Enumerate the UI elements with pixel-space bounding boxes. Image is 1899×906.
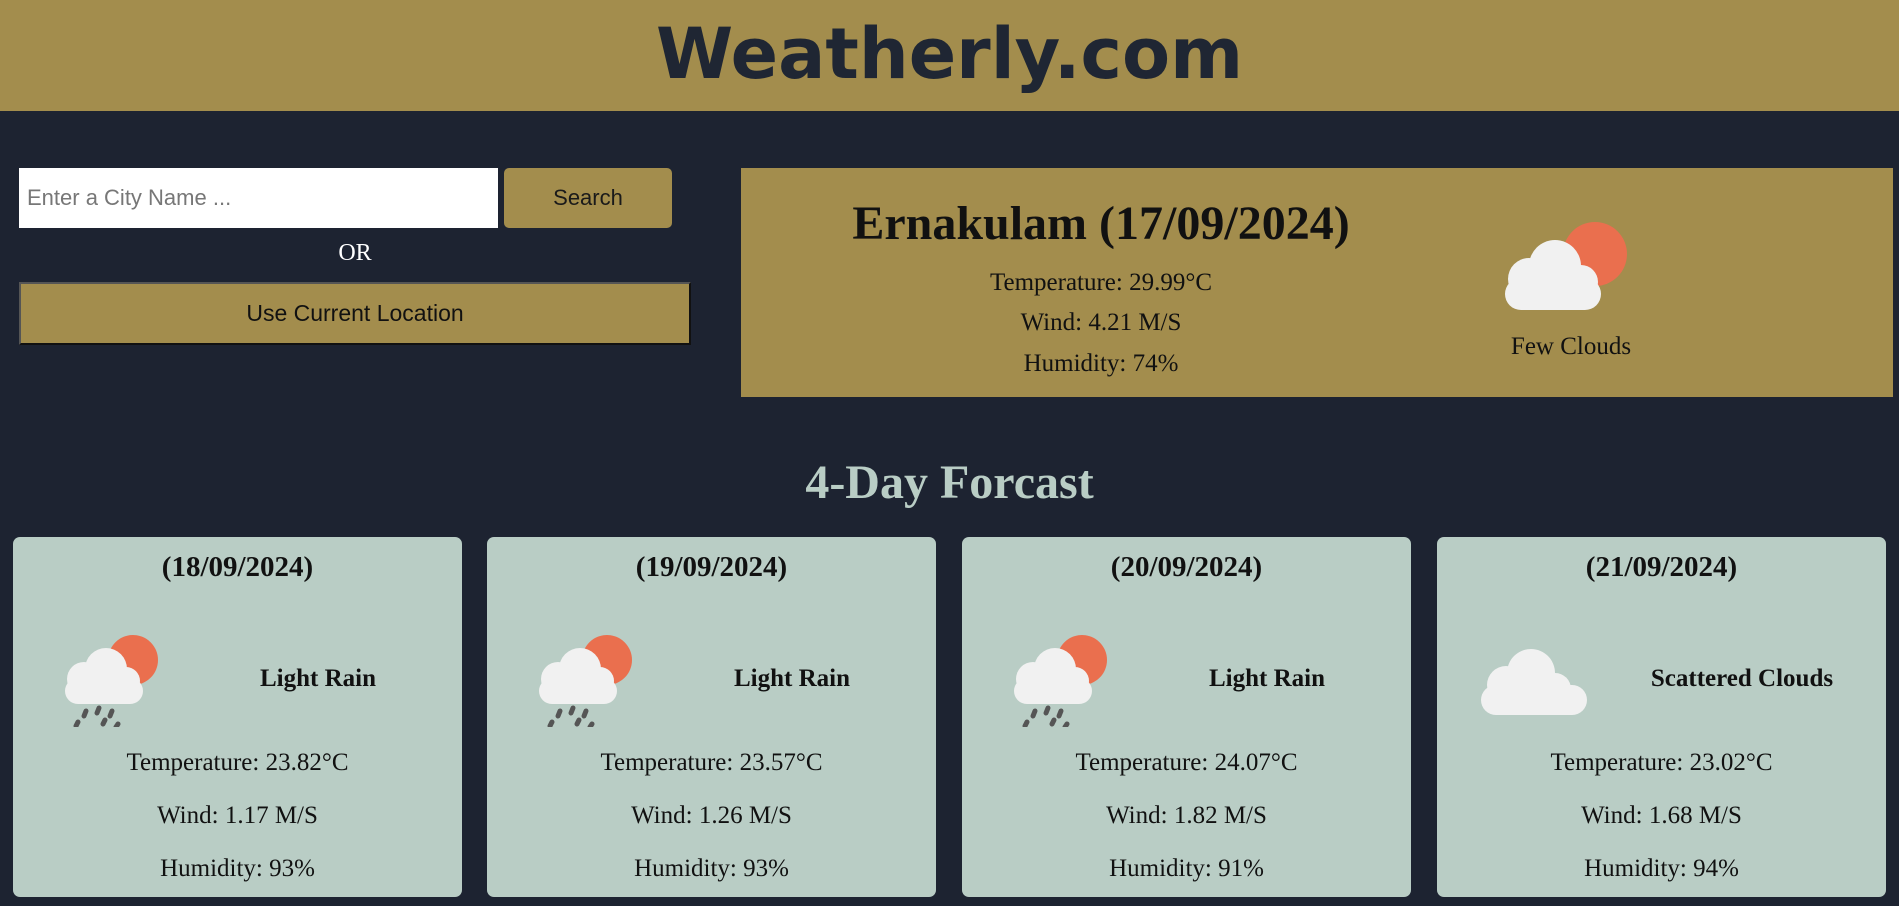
forecast-date: (20/09/2024) (1110, 551, 1263, 583)
forecast-card: (19/09/2024) Light Rain Temperature: 23.… (487, 537, 936, 897)
current-humidity: Humidity: 74% (1023, 350, 1179, 377)
forecast-date: (18/09/2024) (161, 551, 314, 583)
current-wind: Wind: 4.21 M/S (1020, 309, 1182, 336)
forecast-humidity: Humidity: 91% (1109, 855, 1264, 882)
current-weather-details: Ernakulam (17/09/2024) Temperature: 29.9… (741, 168, 1461, 397)
site-title: Weatherly.com (655, 12, 1244, 95)
forecast-humidity: Humidity: 94% (1584, 855, 1739, 882)
search-button[interactable]: Search (504, 168, 672, 228)
light-rain-icon (1000, 627, 1120, 730)
forecast-card: (20/09/2024) Light Rain Temperature: 24.… (962, 537, 1411, 897)
light-rain-icon (51, 627, 171, 730)
few-clouds-icon (1491, 216, 1641, 326)
light-rain-icon (525, 627, 645, 730)
city-search-input[interactable] (19, 168, 498, 228)
forecast-date: (21/09/2024) (1585, 551, 1738, 583)
forecast-date: (19/09/2024) (635, 551, 788, 583)
forecast-humidity: Humidity: 93% (160, 855, 315, 882)
forecast-description: Light Rain (259, 665, 376, 692)
use-current-location-button[interactable]: Use Current Location (19, 282, 691, 345)
forecast-cards: (18/09/2024) Light Rain Temperature: 23.… (13, 537, 1887, 897)
forecast-temperature: Temperature: 24.07°C (1075, 749, 1298, 776)
or-separator: OR (338, 240, 372, 266)
current-temperature: Temperature: 29.99°C (989, 269, 1213, 296)
forecast-heading: 4-Day Forcast (805, 456, 1094, 509)
site-header: Weatherly.com (0, 0, 1899, 111)
forecast-wind: Wind: 1.68 M/S (1581, 802, 1742, 829)
forecast-wind: Wind: 1.17 M/S (157, 802, 318, 829)
forecast-wind: Wind: 1.82 M/S (1106, 802, 1267, 829)
forecast-temperature: Temperature: 23.82°C (126, 749, 349, 776)
forecast-description: Scattered Clouds (1650, 665, 1834, 692)
current-weather-panel: Ernakulam (17/09/2024) Temperature: 29.9… (741, 168, 1893, 397)
scattered-clouds-icon (1471, 627, 1591, 727)
forecast-card: (21/09/2024) Scattered Clouds Temperatur… (1437, 537, 1886, 897)
forecast-temperature: Temperature: 23.02°C (1550, 749, 1773, 776)
forecast-description: Light Rain (1208, 665, 1325, 692)
current-description: Few Clouds (1510, 333, 1632, 360)
current-city-date: Ernakulam (17/09/2024) (852, 197, 1350, 250)
forecast-humidity: Humidity: 93% (634, 855, 789, 882)
forecast-card: (18/09/2024) Light Rain Temperature: 23.… (13, 537, 462, 897)
forecast-description: Light Rain (733, 665, 850, 692)
forecast-temperature: Temperature: 23.57°C (600, 749, 823, 776)
forecast-wind: Wind: 1.26 M/S (631, 802, 792, 829)
